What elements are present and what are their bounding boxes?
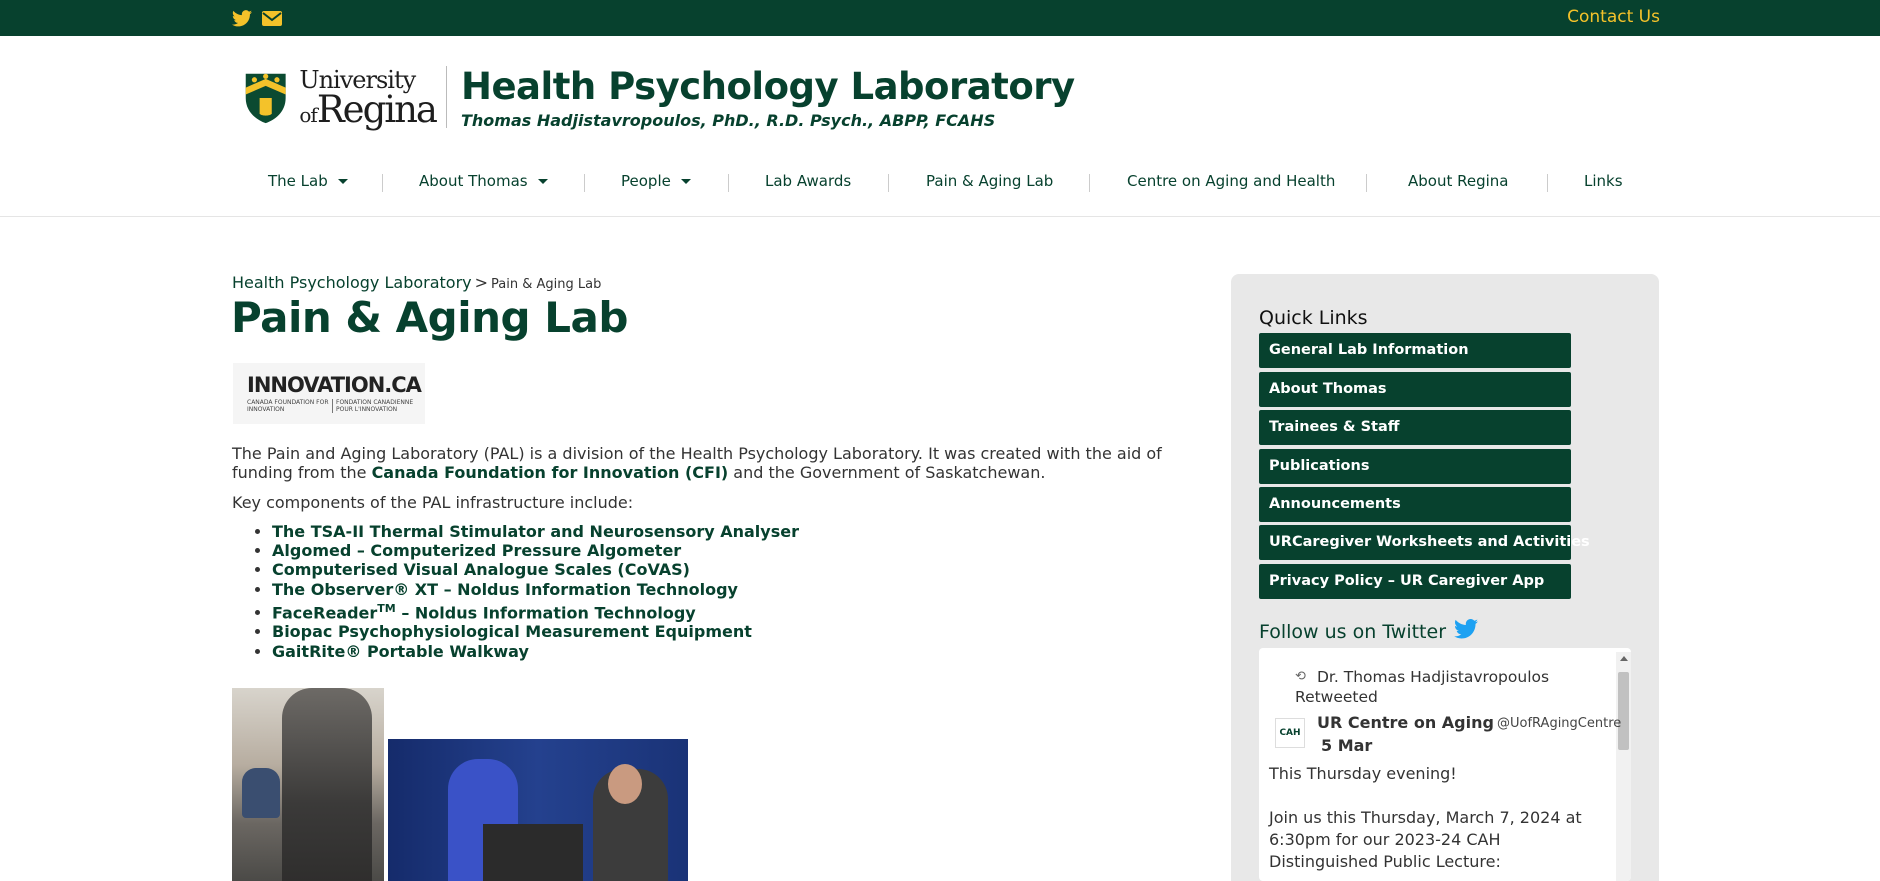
- list-item[interactable]: FaceReaderTM – Noldus Information Techno…: [272, 599, 799, 623]
- site-subtitle: Thomas Hadjistavropoulos, PhD., R.D. Psy…: [461, 111, 996, 130]
- top-bar: Contact Us: [0, 0, 1880, 36]
- breadcrumb: Health Psychology Laboratory > Pain & Agin…: [232, 273, 601, 292]
- quick-links-title: Quick Links: [1259, 307, 1368, 329]
- crest-icon: [245, 73, 286, 124]
- caret-down-icon: [680, 178, 691, 184]
- feed-scrollbar[interactable]: [1616, 652, 1631, 881]
- nav-centre-aging-health[interactable]: Centre on Aging and Health: [1127, 172, 1335, 190]
- innovation-brand-text: INNOVATION.CA: [247, 373, 422, 397]
- list-item[interactable]: GaitRite® Portable Walkway: [272, 642, 799, 661]
- nav-the-lab[interactable]: The Lab: [268, 172, 348, 190]
- nav-pain-aging-lab[interactable]: Pain & Aging Lab: [926, 172, 1053, 190]
- site-title[interactable]: Health Psychology Laboratory: [461, 65, 1075, 108]
- nav-about-regina[interactable]: About Regina: [1408, 172, 1508, 190]
- innovation-ca-logo[interactable]: INNOVATION.CA CANADA FOUNDATION FOR INNO…: [233, 363, 425, 424]
- nav-lab-awards[interactable]: Lab Awards: [765, 172, 851, 190]
- contact-us-link[interactable]: Contact Us: [1567, 7, 1660, 27]
- breadcrumb-current: Pain & Aging Lab: [491, 277, 602, 292]
- list-item[interactable]: The TSA-II Thermal Stimulator and Neuros…: [272, 522, 799, 541]
- components-list: The TSA-II Thermal Stimulator and Neuros…: [272, 522, 799, 661]
- list-item[interactable]: Algomed – Computerized Pressure Algomete…: [272, 541, 799, 560]
- site-header: University ofRegina Health Psychology La…: [0, 36, 1880, 217]
- lab-photo-walkway: [232, 688, 384, 881]
- twitter-icon[interactable]: [231, 7, 253, 29]
- scroll-thumb[interactable]: [1618, 672, 1629, 750]
- retweeted-by: Dr. Thomas Hadjistavropoulos Retweeted: [1295, 668, 1550, 706]
- quick-link-about-thomas[interactable]: About Thomas: [1259, 372, 1571, 407]
- nav-people[interactable]: People: [621, 172, 691, 190]
- tweet-author[interactable]: UR Centre on Aging: [1317, 713, 1494, 732]
- nav-about-thomas[interactable]: About Thomas: [419, 172, 548, 190]
- nav-separator: [1366, 174, 1367, 192]
- nav-separator: [382, 174, 383, 192]
- envelope-icon[interactable]: [261, 7, 283, 29]
- innovation-english-text: CANADA FOUNDATION FOR INNOVATION: [247, 399, 329, 414]
- breadcrumb-separator: >: [474, 273, 489, 292]
- twitter-feed[interactable]: ⟲ Dr. Thomas Hadjistavropoulos Retweeted…: [1259, 648, 1631, 881]
- scroll-up-icon[interactable]: [1620, 656, 1628, 661]
- twitter-bird-icon: [1454, 619, 1479, 644]
- list-item[interactable]: The Observer® XT – Noldus Information Te…: [272, 580, 799, 599]
- page-title: Pain & Aging Lab: [231, 293, 628, 342]
- intro-paragraph: The Pain and Aging Laboratory (PAL) is a…: [232, 444, 1162, 482]
- logo-of-text: of: [299, 102, 317, 127]
- tweet-text: This Thursday evening! Join us this Thur…: [1269, 764, 1582, 871]
- nav-separator: [888, 174, 889, 192]
- nav-separator: [584, 174, 585, 192]
- nav-separator: [728, 174, 729, 192]
- breadcrumb-home-link[interactable]: Health Psychology Laboratory: [232, 273, 472, 292]
- cfi-link[interactable]: Canada Foundation for Innovation (CFI): [372, 463, 729, 482]
- header-divider: [446, 66, 447, 128]
- key-components-label: Key components of the PAL infrastructure…: [232, 493, 634, 512]
- nav-separator: [1547, 174, 1548, 192]
- caret-down-icon: [537, 178, 548, 184]
- list-item[interactable]: Computerised Visual Analogue Scales (CoV…: [272, 560, 799, 579]
- list-item[interactable]: Biopac Psychophysiological Measurement E…: [272, 622, 799, 641]
- twitter-section-title: Follow us on Twitter: [1259, 619, 1479, 644]
- innovation-french-text: FONDATION CANADIENNE POUR L'INNOVATION: [332, 399, 422, 414]
- cah-avatar[interactable]: CAH: [1275, 718, 1305, 748]
- logo-regina-text: Regina: [316, 87, 438, 131]
- quick-link-privacy-policy[interactable]: Privacy Policy – UR Caregiver App: [1259, 564, 1571, 599]
- nav-links[interactable]: Links: [1584, 172, 1623, 190]
- nav-separator: [1089, 174, 1090, 192]
- tweet-handle[interactable]: @UofRAgingCentre: [1497, 716, 1621, 731]
- lab-photo-researchers: [388, 739, 688, 881]
- quick-link-trainees-staff[interactable]: Trainees & Staff: [1259, 410, 1571, 445]
- quick-link-publications[interactable]: Publications: [1259, 449, 1571, 484]
- university-logo[interactable]: University ofRegina: [244, 66, 438, 131]
- quick-link-announcements[interactable]: Announcements: [1259, 487, 1571, 522]
- quick-link-urcaregiver-worksheets[interactable]: URCaregiver Worksheets and Activities: [1259, 525, 1590, 560]
- tweet-date[interactable]: 5 Mar: [1321, 736, 1372, 755]
- quick-link-general-lab-info[interactable]: General Lab Information: [1259, 333, 1571, 368]
- caret-down-icon: [337, 178, 348, 184]
